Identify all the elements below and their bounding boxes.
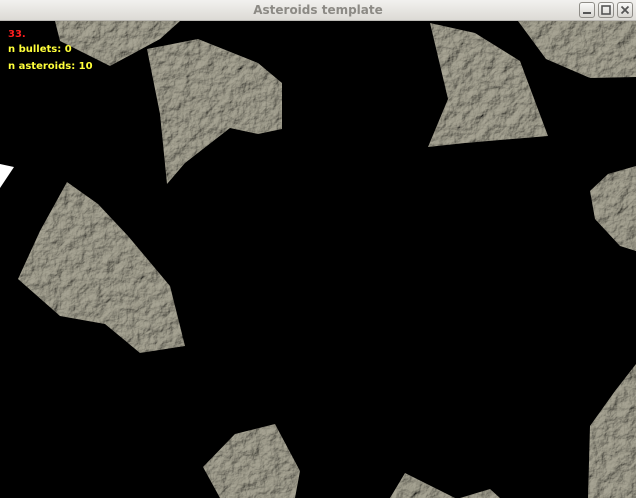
asteroid [588, 364, 636, 498]
asteroid [518, 21, 636, 78]
game-scene [0, 21, 636, 498]
player-ship [0, 164, 14, 188]
window-title: Asteroids template [253, 3, 383, 17]
asteroid [460, 489, 500, 498]
asteroid [147, 39, 282, 184]
asteroid [18, 182, 185, 353]
maximize-button[interactable] [598, 2, 614, 18]
asteroid [428, 23, 548, 147]
close-icon [620, 5, 630, 15]
minimize-icon [583, 12, 591, 14]
close-button[interactable] [617, 2, 633, 18]
asteroid-count: n asteroids: 10 [8, 61, 93, 72]
app-window: Asteroids template 33. n bullets: 0 n as… [0, 0, 636, 498]
title-bar[interactable]: Asteroids template [0, 0, 636, 21]
maximize-icon [601, 5, 611, 15]
asteroid [203, 424, 300, 498]
bullet-count: n bullets: 0 [8, 44, 72, 55]
asteroid [590, 166, 636, 251]
minimize-button[interactable] [579, 2, 595, 18]
game-canvas[interactable]: 33. n bullets: 0 n asteroids: 10 [0, 21, 636, 498]
asteroid [390, 473, 455, 498]
fps-counter: 33. [8, 29, 26, 40]
